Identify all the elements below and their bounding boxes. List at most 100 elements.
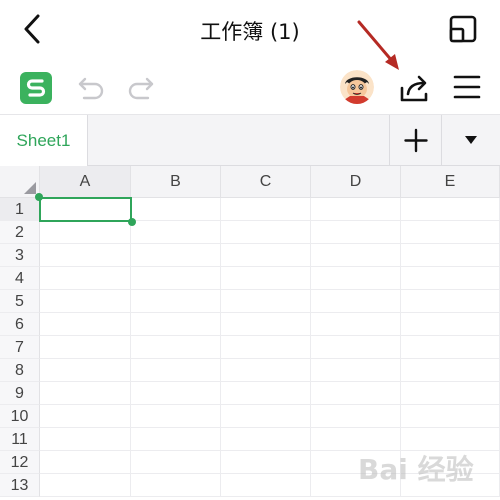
column-header[interactable]: E	[401, 166, 500, 198]
grid-cell[interactable]	[40, 451, 131, 474]
grid-cell[interactable]	[221, 313, 311, 336]
grid-cell[interactable]	[40, 474, 131, 497]
grid-cell[interactable]	[131, 244, 221, 267]
user-avatar-icon	[340, 70, 374, 104]
annotation-arrow-icon	[357, 20, 399, 70]
grid-cell[interactable]	[401, 267, 500, 290]
selected-cell-outline[interactable]	[39, 197, 132, 222]
grid-cell[interactable]	[40, 359, 131, 382]
grid-cell[interactable]	[40, 267, 131, 290]
grid-cell[interactable]	[401, 313, 500, 336]
grid-cell[interactable]	[401, 221, 500, 244]
grid-cell[interactable]	[311, 267, 401, 290]
redo-button[interactable]	[126, 74, 156, 102]
grid-cell[interactable]	[131, 474, 221, 497]
grid-cell[interactable]	[40, 336, 131, 359]
grid-cell[interactable]	[131, 359, 221, 382]
grid-cell[interactable]	[40, 244, 131, 267]
row-header[interactable]: 7	[0, 336, 40, 359]
grid-cell[interactable]	[401, 405, 500, 428]
triangle-down-icon	[465, 136, 477, 144]
add-sheet-button[interactable]	[389, 115, 441, 166]
row-header[interactable]: 10	[0, 405, 40, 428]
grid-cell[interactable]	[131, 313, 221, 336]
share-icon	[400, 75, 428, 102]
grid-cell[interactable]	[311, 313, 401, 336]
grid-cell[interactable]	[401, 336, 500, 359]
grid-cell[interactable]	[221, 336, 311, 359]
column-header[interactable]: C	[221, 166, 311, 198]
grid-cell[interactable]	[221, 451, 311, 474]
grid-cell[interactable]	[40, 221, 131, 244]
avatar[interactable]	[340, 70, 374, 104]
grid-cell[interactable]	[311, 336, 401, 359]
row-header[interactable]: 13	[0, 474, 40, 497]
grid-cell[interactable]	[40, 405, 131, 428]
selection-handle[interactable]	[128, 218, 136, 226]
grid-cell[interactable]	[401, 359, 500, 382]
window-icon	[449, 15, 477, 43]
grid-cell[interactable]	[401, 198, 500, 221]
grid-cell[interactable]	[221, 359, 311, 382]
undo-icon	[78, 77, 104, 100]
row-header[interactable]: 4	[0, 267, 40, 290]
grid-cell[interactable]	[311, 290, 401, 313]
selection-handle[interactable]	[35, 193, 43, 201]
grid-cell[interactable]	[221, 428, 311, 451]
grid-cell[interactable]	[221, 405, 311, 428]
grid-cell[interactable]	[131, 221, 221, 244]
app-logo[interactable]	[20, 72, 52, 104]
grid-cell[interactable]	[221, 290, 311, 313]
grid-cell[interactable]	[311, 244, 401, 267]
grid-cell[interactable]	[221, 198, 311, 221]
watermark: Bai 经验	[348, 442, 488, 494]
column-header[interactable]: A	[40, 166, 131, 198]
grid-cell[interactable]	[131, 290, 221, 313]
menu-button[interactable]	[452, 73, 482, 101]
row-header[interactable]: 3	[0, 244, 40, 267]
grid-cell[interactable]	[401, 244, 500, 267]
grid-cell[interactable]	[311, 405, 401, 428]
grid-cell[interactable]	[401, 382, 500, 405]
column-header[interactable]: D	[311, 166, 401, 198]
grid-cell[interactable]	[131, 451, 221, 474]
row-header[interactable]: 12	[0, 451, 40, 474]
grid-cell[interactable]	[221, 382, 311, 405]
grid-cell[interactable]	[131, 405, 221, 428]
tab-sheet1[interactable]: Sheet1	[0, 115, 88, 166]
grid-cell[interactable]	[131, 198, 221, 221]
grid-cell[interactable]	[401, 290, 500, 313]
share-button[interactable]	[398, 72, 432, 104]
grid-cell[interactable]	[311, 359, 401, 382]
row-header[interactable]: 8	[0, 359, 40, 382]
grid-cell[interactable]	[311, 221, 401, 244]
grid-cell[interactable]	[40, 313, 131, 336]
row-header[interactable]: 11	[0, 428, 40, 451]
grid-cell[interactable]	[131, 382, 221, 405]
grid-cell[interactable]	[131, 336, 221, 359]
window-mode-button[interactable]	[448, 14, 478, 44]
s-logo-icon	[26, 79, 46, 97]
row-header[interactable]: 9	[0, 382, 40, 405]
grid-cell[interactable]	[221, 221, 311, 244]
row-header[interactable]: 6	[0, 313, 40, 336]
grid-cell[interactable]	[40, 290, 131, 313]
grid-cell[interactable]	[131, 267, 221, 290]
row-header[interactable]: 1	[0, 198, 40, 221]
grid-cell[interactable]	[40, 428, 131, 451]
grid-cell[interactable]	[311, 198, 401, 221]
grid-cell[interactable]	[40, 382, 131, 405]
grid-cell[interactable]	[221, 474, 311, 497]
grid-cell[interactable]	[131, 428, 221, 451]
grid-cell[interactable]	[221, 267, 311, 290]
select-all-corner[interactable]	[0, 166, 40, 198]
toolbar	[0, 58, 500, 114]
row-header[interactable]: 5	[0, 290, 40, 313]
column-header[interactable]: B	[131, 166, 221, 198]
row-header[interactable]: 2	[0, 221, 40, 244]
undo-button[interactable]	[76, 74, 106, 102]
grid-cell[interactable]	[311, 382, 401, 405]
sheet-list-button[interactable]	[441, 115, 500, 166]
grid-cell[interactable]	[221, 244, 311, 267]
page-title: 工作簿 (1)	[200, 20, 300, 44]
